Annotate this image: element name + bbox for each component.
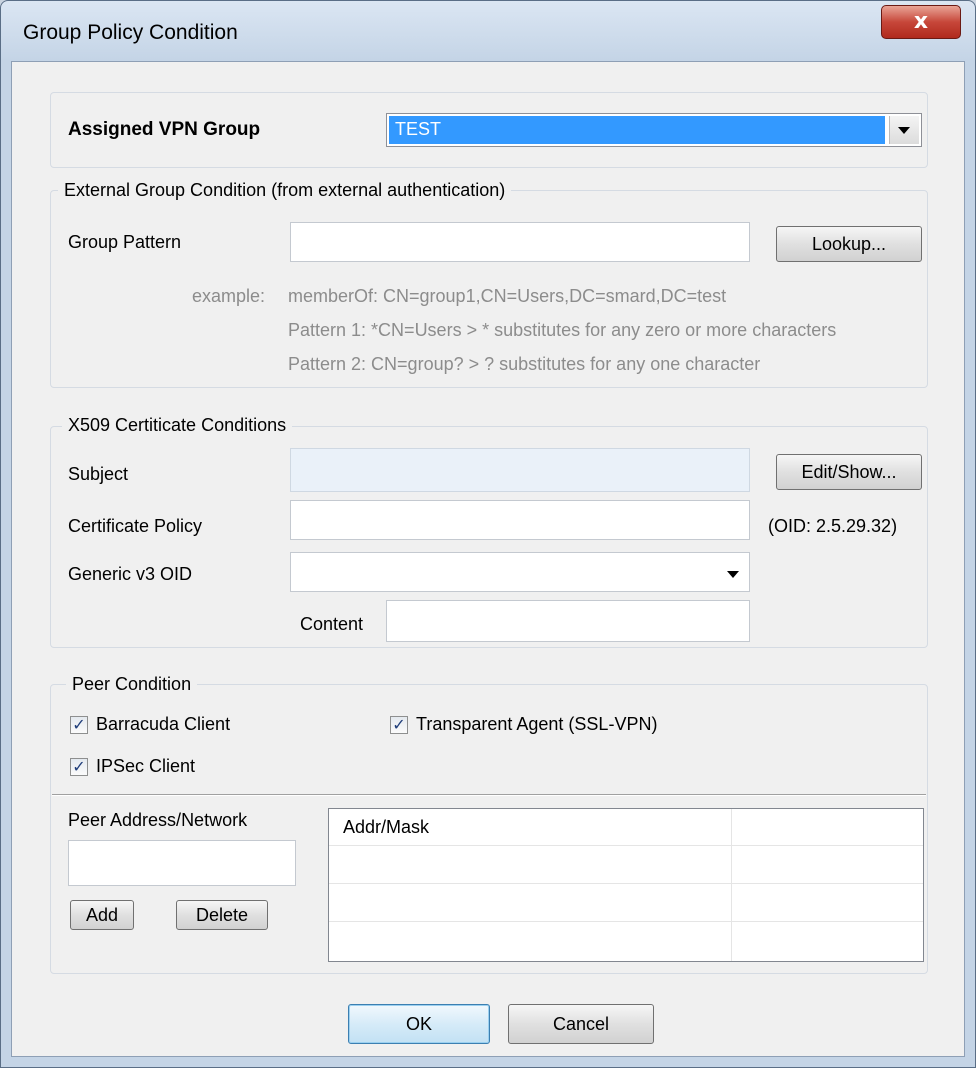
assigned-vpn-group-value: TEST	[395, 119, 442, 139]
ipsec-client-label[interactable]: IPSec Client	[96, 756, 195, 777]
transparent-agent-checkbox[interactable]: ✓	[390, 715, 408, 734]
delete-button[interactable]: Delete	[176, 900, 268, 930]
example-label: example:	[192, 286, 266, 306]
chevron-down-icon	[727, 571, 739, 578]
chevron-down-icon	[898, 127, 910, 134]
table-header-addr-mask[interactable]: Addr/Mask	[329, 809, 732, 845]
example-line-2: Pattern 1: *CN=Users > * substitutes for…	[288, 320, 837, 340]
edit-show-button[interactable]: Edit/Show...	[776, 454, 922, 490]
assigned-vpn-group-select[interactable]: TEST	[386, 113, 922, 147]
close-icon: x	[913, 9, 929, 34]
table-gridline	[329, 921, 923, 922]
table-header: Addr/Mask	[329, 809, 923, 846]
barracuda-client-checkbox[interactable]: ✓	[70, 715, 88, 734]
dropdown-button[interactable]	[889, 116, 919, 144]
peer-address-label: Peer Address/Network	[68, 810, 248, 830]
peer-condition-legend: Peer Condition	[66, 674, 198, 695]
certificate-policy-input[interactable]	[290, 500, 750, 540]
external-group-legend: External Group Condition (from external …	[58, 180, 512, 201]
group-pattern-label: Group Pattern	[68, 232, 182, 252]
barracuda-client-label[interactable]: Barracuda Client	[96, 714, 230, 735]
dialog-client-area: Assigned VPN Group TEST External Group C…	[11, 61, 965, 1057]
content-label: Content	[300, 614, 364, 634]
add-button[interactable]: Add	[70, 900, 134, 930]
check-icon: ✓	[72, 715, 86, 734]
example-line-3: Pattern 2: CN=group? > ? substitutes for…	[288, 354, 761, 374]
x509-legend: X509 Certiticate Conditions	[62, 415, 293, 436]
cancel-button[interactable]: Cancel	[508, 1004, 654, 1044]
address-table[interactable]: Addr/Mask	[328, 808, 924, 962]
check-icon: ✓	[392, 715, 406, 734]
content-input[interactable]	[386, 600, 750, 642]
lookup-button[interactable]: Lookup...	[776, 226, 922, 262]
oid-note: (OID: 2.5.29.32)	[768, 516, 898, 536]
example-line-1: memberOf: CN=group1,CN=Users,DC=smard,DC…	[288, 286, 727, 306]
table-gridline	[329, 883, 923, 884]
ok-button[interactable]: OK	[348, 1004, 490, 1044]
check-icon: ✓	[72, 757, 86, 776]
title-bar[interactable]: Group Policy Condition x	[1, 1, 975, 61]
assigned-vpn-group-label: Assigned VPN Group	[68, 119, 261, 140]
peer-address-input[interactable]	[68, 840, 296, 886]
dialog-window: Group Policy Condition x Assigned VPN Gr…	[0, 0, 976, 1068]
addr-mask-column-label: Addr/Mask	[343, 817, 430, 837]
subject-field	[290, 448, 750, 492]
table-column-divider	[731, 845, 732, 961]
generic-v3-oid-label: Generic v3 OID	[68, 564, 193, 584]
table-header-extra[interactable]	[732, 809, 922, 845]
ipsec-client-checkbox[interactable]: ✓	[70, 757, 88, 776]
certificate-policy-label: Certificate Policy	[68, 516, 203, 536]
dialog-title: Group Policy Condition	[23, 21, 238, 44]
peer-divider	[52, 794, 926, 796]
close-button[interactable]: x	[881, 5, 961, 39]
generic-v3-oid-select[interactable]	[290, 552, 750, 592]
subject-label: Subject	[68, 464, 129, 484]
transparent-agent-label[interactable]: Transparent Agent (SSL-VPN)	[416, 714, 657, 735]
selected-value-highlight: TEST	[389, 116, 885, 144]
group-pattern-input[interactable]	[290, 222, 750, 262]
